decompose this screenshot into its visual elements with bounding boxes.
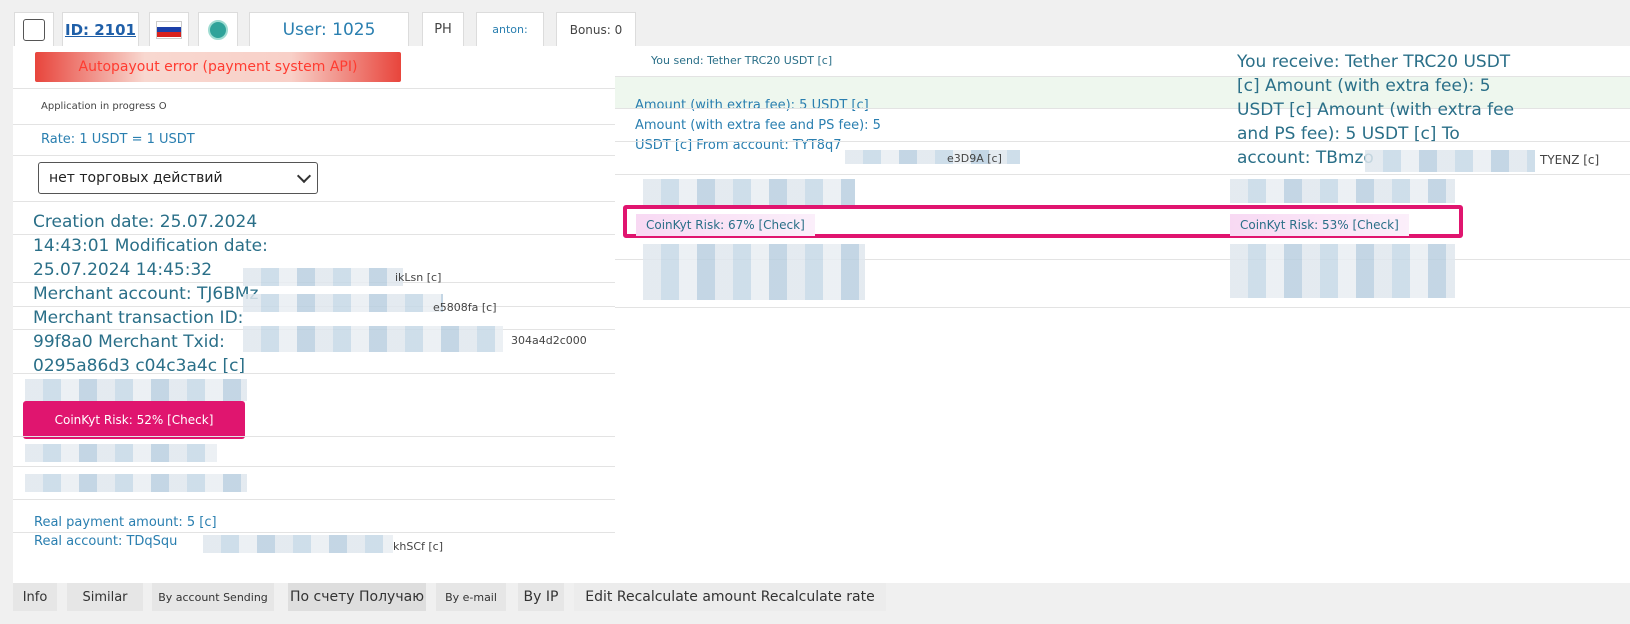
russia-flag-icon [156, 20, 182, 39]
redacted-area [243, 326, 503, 352]
redacted-area [25, 474, 247, 492]
transaction-id-tail: e5808fa [c] [433, 301, 497, 314]
redacted-area [203, 535, 393, 553]
application-status: Application in progress O [41, 101, 167, 112]
redacted-area [1230, 179, 1455, 203]
tab-similar[interactable]: Similar [67, 583, 143, 611]
user-cell[interactable]: User: 1025 [249, 12, 409, 46]
real-account: Real account: TDqSqu [34, 534, 178, 549]
from-account-tail: e3D9A [c] [947, 152, 1002, 165]
amount-line: Amount (with extra fee and PS fee): 5 [635, 118, 881, 133]
autopayout-error-text: Autopayout error (payment system API) [78, 59, 358, 75]
redacted-area [243, 268, 403, 286]
redacted-area [243, 294, 443, 312]
redacted-area [643, 244, 865, 300]
header-bar: ID: 2101 User: 1025 PH anton: Bonus: 0 [0, 0, 1630, 46]
info-line: 25.07.2024 14:45:32 [33, 260, 213, 280]
redacted-area [25, 379, 247, 401]
operator-label[interactable]: anton: [492, 23, 527, 36]
send-currency: You send: Tether TRC20 USDT [c] [651, 54, 833, 67]
rate-text: Rate: 1 USDT = 1 USDT [41, 132, 195, 147]
order-details-panel: Autopayout error (payment system API) Ap… [13, 46, 616, 583]
bonus-cell: Bonus: 0 [556, 12, 636, 46]
flag-cell [149, 12, 189, 46]
redacted-area [1230, 244, 1455, 298]
send-coinkyt-risk-link[interactable]: CoinKyt Risk: 67% [Check] [636, 214, 815, 236]
trade-action-value: нет торговых действий [49, 170, 223, 186]
tab-info[interactable]: Info [13, 583, 57, 611]
bonus-label: Bonus: 0 [569, 22, 623, 37]
redacted-area [1365, 150, 1535, 172]
real-payment-amount: Real payment amount: 5 [c] [34, 515, 217, 530]
trade-action-select[interactable]: нет торговых действий [38, 162, 318, 194]
receive-coinkyt-risk-link[interactable]: CoinKyt Risk: 53% [Check] [1230, 214, 1409, 236]
status-dot-icon [208, 19, 228, 40]
status-dot-cell [198, 12, 238, 46]
receive-line: and PS fee): 5 USDT [c] To [1237, 124, 1460, 144]
order-info-block: Creation date: 25.07.2024 14:43:01 Modif… [33, 210, 268, 378]
merchant-txid: 0295a86d3 c04c3a4c [c] [33, 356, 246, 376]
info-line: 99f8a0 Merchant Txid: [33, 332, 225, 352]
tab-by-account-receiving[interactable]: По счету Получаю [288, 583, 426, 611]
tab-by-ip[interactable]: By IP [518, 583, 564, 611]
receive-panel: You receive: Tether TRC20 USDT [c] Amoun… [1215, 46, 1630, 583]
amount-line: Amount (with extra fee): 5 USDT [c] [635, 98, 869, 113]
real-account-tail: khSCf [c] [393, 540, 444, 553]
txid-tail: 304a4d2c000 [511, 334, 587, 347]
ph-label: PH [434, 22, 452, 37]
to-account-tail: TYENZ [c] [1540, 153, 1600, 167]
tab-by-email[interactable]: By e-mail [436, 583, 506, 611]
bottom-tabs: Info Similar By account Sending По счету… [0, 583, 1630, 624]
select-checkbox-cell[interactable] [14, 12, 54, 46]
merchant-account: Merchant account: TJ6BMz [33, 284, 259, 304]
coinkyt-risk-button[interactable]: CoinKyt Risk: 52% [Check] [23, 401, 245, 439]
tab-by-account-sending[interactable]: By account Sending [152, 583, 274, 611]
receive-line: You receive: Tether TRC20 USDT [1237, 52, 1511, 72]
select-checkbox[interactable] [23, 18, 45, 41]
info-line: 14:43:01 Modification date: [33, 236, 268, 256]
ph-cell: PH [422, 12, 464, 46]
user-label[interactable]: User: 1025 [283, 20, 376, 40]
tab-edit-recalculate[interactable]: Edit Recalculate amount Recalculate rate [574, 583, 886, 611]
redacted-area [643, 179, 855, 205]
send-panel: You send: Tether TRC20 USDT [c] Amount (… [615, 46, 1216, 583]
chevron-down-icon [296, 168, 312, 184]
receive-line: [c] Amount (with extra fee): 5 [1237, 76, 1491, 96]
info-line: Creation date: 25.07.2024 [33, 212, 258, 232]
redacted-area [25, 444, 217, 462]
order-id-link[interactable]: ID: 2101 [65, 21, 136, 39]
coinkyt-risk-label[interactable]: CoinKyt Risk: 52% [Check] [55, 413, 214, 427]
merchant-transaction-id: Merchant transaction ID: [33, 308, 244, 328]
merchant-account-tail: ikLsn [c] [395, 271, 442, 284]
id-cell[interactable]: ID: 2101 [62, 12, 139, 46]
autopayout-error-banner: Autopayout error (payment system API) [35, 52, 401, 82]
send-amount-block: Amount (with extra fee): 5 USDT [c] Amou… [635, 96, 881, 156]
receive-line: USDT [c] Amount (with extra fee [1237, 100, 1515, 120]
operator-cell[interactable]: anton: [476, 12, 544, 46]
